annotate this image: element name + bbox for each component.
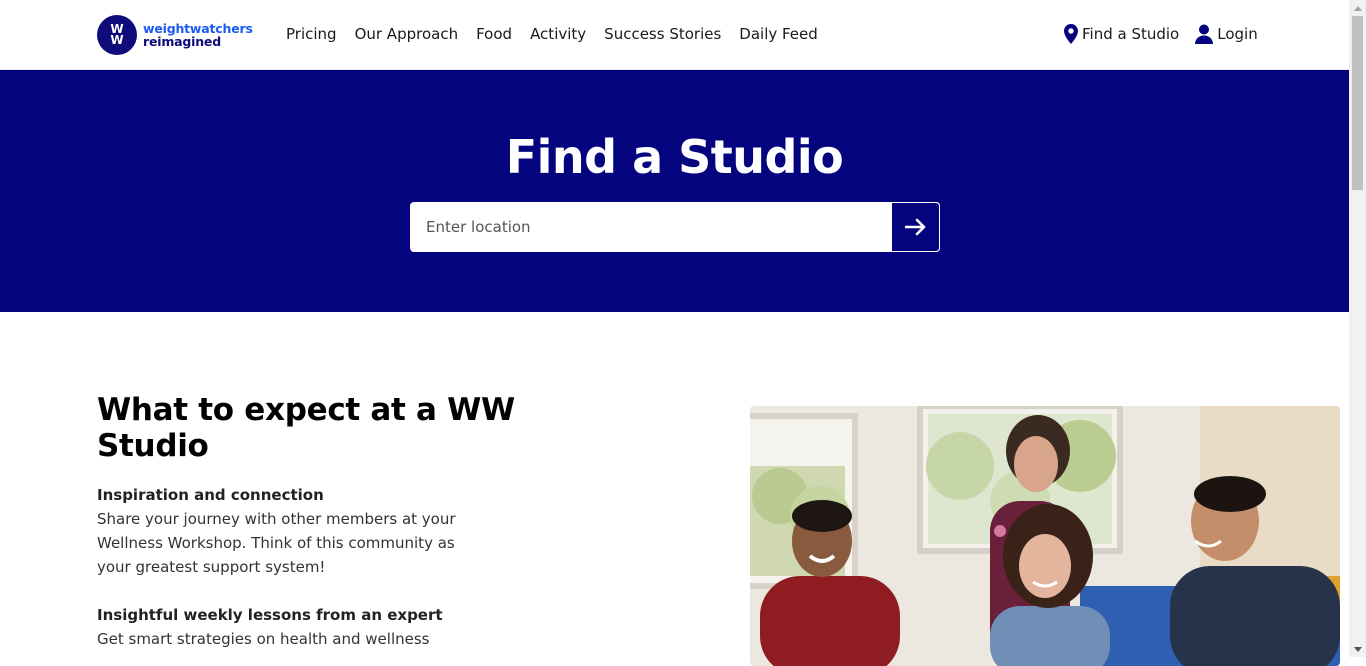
- section-title: What to expect at a WW Studio: [97, 392, 515, 464]
- nav-daily-feed[interactable]: Daily Feed: [739, 23, 818, 45]
- search-submit-button[interactable]: [891, 202, 940, 252]
- feature-item: Inspiration and connection Share your jo…: [97, 483, 477, 579]
- logo-mark-bottom: W: [110, 33, 124, 47]
- page-title: Find a Studio: [505, 130, 844, 184]
- page-scrollbar[interactable]: [1349, 0, 1366, 657]
- login-link[interactable]: Login: [1195, 23, 1258, 45]
- ww-logo[interactable]: W W weightwatchers reimagined: [97, 15, 253, 55]
- nav-pricing[interactable]: Pricing: [286, 23, 337, 45]
- scroll-down-arrow-icon[interactable]: [1349, 641, 1366, 657]
- utility-nav: Find a Studio Login: [1064, 23, 1258, 45]
- ww-logo-mark: W W: [97, 15, 137, 55]
- hero-banner: Find a Studio: [0, 70, 1349, 312]
- feature-item: Insightful weekly lessons from an expert…: [97, 603, 477, 651]
- feature-title: Insightful weekly lessons from an expert: [97, 606, 443, 624]
- find-studio-link[interactable]: Find a Studio: [1064, 23, 1179, 45]
- location-search: [410, 202, 940, 252]
- nav-success-stories[interactable]: Success Stories: [604, 23, 721, 45]
- find-studio-label: Find a Studio: [1082, 25, 1180, 43]
- logo-wordmark: weightwatchers reimagined: [143, 22, 253, 48]
- login-label: Login: [1217, 25, 1258, 43]
- location-input[interactable]: [410, 202, 890, 252]
- logo-line2: reimagined: [143, 34, 221, 49]
- scroll-up-arrow-icon[interactable]: [1349, 0, 1366, 16]
- nav-our-approach[interactable]: Our Approach: [355, 23, 459, 45]
- location-pin-icon: [1064, 24, 1078, 44]
- nav-food[interactable]: Food: [476, 23, 512, 45]
- feature-description: Share your journey with other members at…: [97, 510, 456, 576]
- nav-activity[interactable]: Activity: [530, 23, 586, 45]
- arrow-right-icon: [904, 218, 925, 236]
- main-nav: Pricing Our Approach Food Activity Succe…: [286, 23, 836, 45]
- feature-description: Get smart strategies on health and welln…: [97, 630, 430, 648]
- scrollbar-thumb[interactable]: [1352, 16, 1363, 190]
- feature-title: Inspiration and connection: [97, 486, 324, 504]
- user-icon: [1195, 24, 1214, 44]
- group-photo-illustration: [750, 406, 1340, 666]
- site-header: W W weightwatchers reimagined Pricing Ou…: [0, 0, 1349, 70]
- studio-group-photo: [750, 406, 1340, 666]
